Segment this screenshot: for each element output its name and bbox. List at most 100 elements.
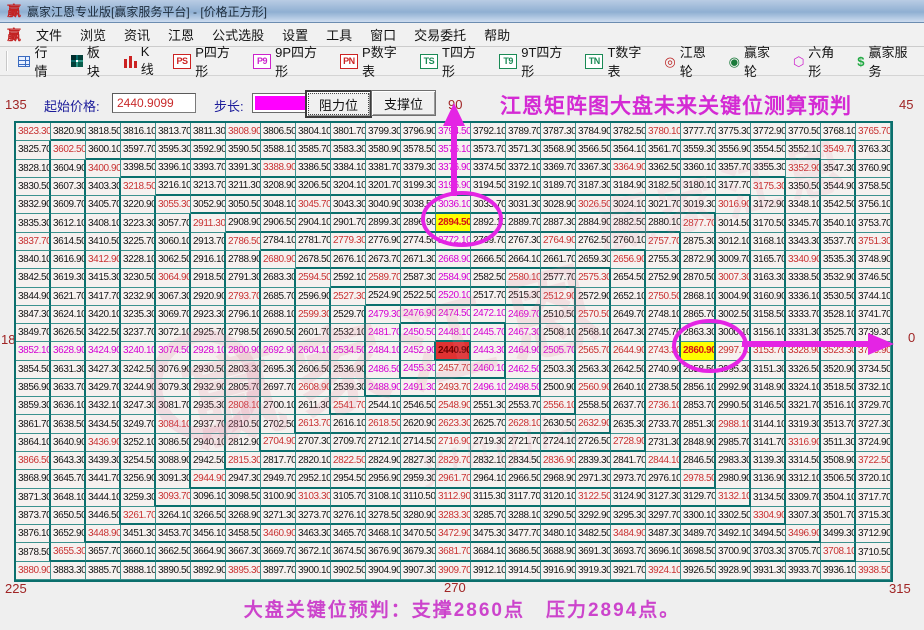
grid-cell: 3007.30 [716, 269, 751, 288]
grid-cell: 3739.30 [856, 324, 891, 343]
grid-cell: 3340.90 [786, 250, 821, 270]
grid-cell: 3360.10 [681, 159, 716, 178]
grid-cell: 3237.70 [121, 324, 156, 343]
grid-cell: 3268.90 [226, 506, 261, 526]
toolbar-button-1[interactable]: 行情 [12, 40, 65, 82]
grid-cell: 3592.90 [191, 141, 226, 160]
grid-cell: 3206.50 [296, 177, 331, 197]
grid-cell: 3151.30 [751, 360, 786, 379]
grid-cell: 2522.50 [401, 287, 436, 306]
grid-cell: 3600.10 [86, 141, 121, 160]
grid-cell: 2450.50 [401, 324, 436, 343]
grid-cell: 2880.10 [646, 214, 681, 233]
grid-cell: 3292.90 [576, 506, 611, 526]
toolbar-button-10[interactable]: ◎ 江恩轮 [658, 40, 722, 82]
grid-cell: 2601.70 [296, 324, 331, 343]
grid-cell: 2640.10 [611, 378, 646, 398]
grid-cell: 3374.50 [471, 159, 506, 178]
grid-cell: 3357.70 [716, 159, 751, 178]
grid-cell: 3708.10 [821, 543, 856, 562]
grid-cell: 3352.90 [786, 159, 821, 178]
grid-cell: 2976.10 [646, 470, 681, 489]
grid-cell: 3734.50 [856, 360, 891, 379]
grid-cell: 3460.90 [261, 525, 296, 544]
grid-cell: 3252.10 [121, 433, 156, 453]
grid-cell: 3924.10 [646, 561, 681, 580]
grid-cell: 2803.30 [226, 360, 261, 379]
grid-cell: 2887.30 [541, 214, 576, 233]
grid-cell: 2690.50 [261, 324, 296, 343]
grid-cell: 2755.30 [646, 250, 681, 270]
grid-cell: 2668.90 [436, 250, 471, 270]
toolbar-button-8[interactable]: T9 9T四方形 [493, 40, 579, 82]
toolbar-button-4[interactable]: PS P四方形 [167, 40, 247, 82]
grid-cell: 2575.30 [576, 269, 611, 288]
support-button[interactable]: 支撑位 [371, 90, 436, 116]
grid-cell: 3127.30 [646, 488, 681, 507]
grid-cell: 3112.90 [436, 488, 471, 507]
grid-cell: 3919.30 [576, 561, 611, 580]
grid-cell: 3213.70 [191, 177, 226, 197]
grid-cell: 2474.50 [436, 305, 471, 325]
toolbar-button-7[interactable]: TS T四方形 [414, 40, 493, 82]
start-price-input[interactable] [112, 93, 196, 113]
center-price-cell[interactable]: 2440.90 [436, 342, 471, 361]
grid-cell: 2757.70 [646, 232, 681, 251]
grid-cell: 3326.50 [786, 360, 821, 379]
grid-cell: 3019.30 [681, 196, 716, 215]
toolbar-button-9[interactable]: TN T数字表 [579, 40, 658, 82]
grid-cell: 2750.50 [646, 287, 681, 306]
grid-cell: 3751.30 [856, 232, 891, 251]
grid-cell: 2760.10 [611, 232, 646, 251]
grid-cell: 3928.90 [716, 561, 751, 580]
toolbar-button-11[interactable]: ◉ 赢家轮 [723, 40, 787, 82]
grid-cell: 3710.50 [856, 543, 891, 562]
grid-cell: 3513.70 [821, 415, 856, 434]
grid-cell: 2628.10 [506, 415, 541, 434]
grid-cell: 3640.90 [51, 433, 86, 453]
resistance-price-cell[interactable]: 2894.50 [436, 214, 471, 233]
grid-cell: 3036.10 [436, 196, 471, 215]
grid-cell: 2656.90 [611, 250, 646, 270]
grid-cell: 3674.50 [331, 543, 366, 562]
toolbar-button-2[interactable]: 板块 [65, 40, 117, 82]
grid-cell: 3470.50 [401, 525, 436, 544]
grid-cell: 2940.10 [191, 433, 226, 453]
grid-cell: 3780.10 [646, 123, 681, 142]
grid-cell: 2676.10 [331, 250, 366, 270]
gann-angle-label-45: 45 [899, 97, 914, 112]
toolbar-button-3[interactable]: K线 [118, 42, 167, 80]
support-price-cell[interactable]: 2860.90 [681, 342, 716, 361]
grid-cell: 2623.30 [436, 415, 471, 434]
resistance-button[interactable]: 阻力位 [305, 90, 372, 118]
grid-cell: 2973.70 [611, 470, 646, 489]
grid-cell: 3580.90 [366, 141, 401, 160]
toolbar-button-12[interactable]: ⬡ 六角形 [787, 40, 851, 82]
grid-cell: 3345.70 [786, 214, 821, 233]
grid-cell: 3316.90 [786, 433, 821, 453]
grid-cell: 3146.50 [751, 397, 786, 416]
grid-cell: 3576.10 [436, 141, 471, 160]
grid-cell: 3909.70 [436, 561, 471, 580]
grid-cell: 3110.50 [401, 488, 436, 507]
grid-cell: 2685.70 [261, 287, 296, 306]
grid-cell: 2536.90 [331, 360, 366, 379]
grid-cell: 3626.50 [51, 324, 86, 343]
grid-cell: 3189.70 [541, 177, 576, 197]
grid-cell: 3885.70 [86, 561, 121, 580]
grid-cell: 2467.30 [506, 324, 541, 343]
grid-cell: 3040.90 [366, 196, 401, 215]
grid-cell: 2776.90 [366, 232, 401, 251]
grid-cell: 3472.90 [436, 525, 471, 544]
grid-cell: 3532.90 [821, 269, 856, 288]
grid-cell: 3542.50 [821, 196, 856, 215]
toolbar-button-6[interactable]: PN P数字表 [334, 40, 414, 82]
grid-cell: 3878.50 [16, 543, 51, 562]
grid-cell: 2851.30 [681, 415, 716, 434]
toolbar-button-13[interactable]: $ 赢家服务 [851, 40, 924, 82]
grid-cell: 2920.90 [191, 287, 226, 306]
grid-cell: 3117.70 [506, 488, 541, 507]
grid-cell: 3410.50 [86, 232, 121, 251]
toolbar-button-5[interactable]: P9 9P四方形 [247, 40, 334, 82]
grid-cell: 3223.30 [121, 214, 156, 233]
